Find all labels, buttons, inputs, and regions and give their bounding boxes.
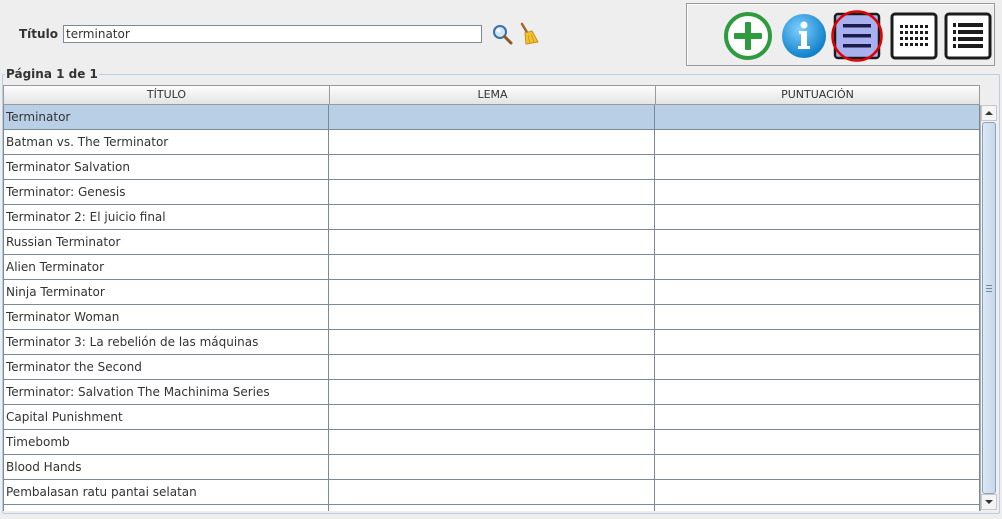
cell-puntuacion xyxy=(655,305,980,330)
cell-lema xyxy=(329,230,655,255)
table-body: Terminator Batman vs. The Terminator Termi… xyxy=(3,105,980,511)
column-header-lema[interactable]: LEMA xyxy=(329,86,655,104)
cell-puntuacion xyxy=(655,405,980,430)
cell-titulo: Timebomb xyxy=(3,430,329,455)
plus-circle-icon xyxy=(724,12,772,60)
table-row[interactable]: Alien Terminator xyxy=(3,255,980,280)
view-toolbar xyxy=(686,3,995,66)
table-row[interactable]: Terminator xyxy=(3,105,980,130)
cell-titulo: Terminator: Salvation The Machinima Seri… xyxy=(3,380,329,405)
table-row[interactable] xyxy=(3,505,980,511)
cell-puntuacion xyxy=(655,480,980,505)
add-button[interactable] xyxy=(723,11,773,61)
cell-puntuacion xyxy=(655,455,980,480)
cell-puntuacion xyxy=(655,505,980,511)
scroll-up-button[interactable] xyxy=(981,105,997,121)
cell-titulo: Terminator Salvation xyxy=(3,155,329,180)
table-row[interactable]: Russian Terminator xyxy=(3,230,980,255)
cell-lema xyxy=(329,330,655,355)
cell-lema xyxy=(329,430,655,455)
table-row[interactable]: Terminator Woman xyxy=(3,305,980,330)
cell-puntuacion xyxy=(655,330,980,355)
cell-lema xyxy=(329,105,655,130)
list-view-button[interactable] xyxy=(831,10,883,62)
arrow-down-icon xyxy=(985,500,993,504)
info-button[interactable] xyxy=(779,11,829,61)
search-icon[interactable] xyxy=(491,23,513,48)
cell-titulo: Terminator 2: El juicio final xyxy=(3,205,329,230)
scrollbar-thumb[interactable] xyxy=(982,122,996,494)
cell-puntuacion xyxy=(655,230,980,255)
cell-lema xyxy=(329,180,655,205)
cell-lema xyxy=(329,130,655,155)
cell-puntuacion xyxy=(655,130,980,155)
info-circle-icon xyxy=(782,14,826,58)
table-row[interactable]: Terminator Salvation xyxy=(3,155,980,180)
cell-lema xyxy=(329,455,655,480)
cell-puntuacion xyxy=(655,355,980,380)
table-row[interactable]: Ninja Terminator xyxy=(3,280,980,305)
column-header-puntuacion[interactable]: PUNTUACIÓN xyxy=(655,86,980,104)
cell-lema xyxy=(329,305,655,330)
grid-view-icon xyxy=(890,12,938,60)
cell-titulo: Terminator the Second xyxy=(3,355,329,380)
cell-puntuacion xyxy=(655,180,980,205)
table-row[interactable]: Terminator 3: La rebelión de las máquina… xyxy=(3,330,980,355)
cell-puntuacion xyxy=(655,255,980,280)
cell-titulo: Russian Terminator xyxy=(3,230,329,255)
cell-lema xyxy=(329,380,655,405)
table-row[interactable]: Terminator the Second xyxy=(3,355,980,380)
cell-lema xyxy=(329,355,655,380)
cell-lema xyxy=(329,480,655,505)
cell-titulo: Capital Punishment xyxy=(3,405,329,430)
cell-titulo: Terminator Woman xyxy=(3,305,329,330)
table-header: TÍTULO LEMA PUNTUACIÓN xyxy=(3,85,980,105)
cell-lema xyxy=(329,155,655,180)
detail-list-icon xyxy=(944,12,992,60)
results-table: TÍTULO LEMA PUNTUACIÓN Terminator Batman … xyxy=(3,85,998,511)
grid-view-button[interactable] xyxy=(889,11,939,61)
table-row[interactable]: Terminator 2: El juicio final xyxy=(3,205,980,230)
scroll-down-button[interactable] xyxy=(981,494,997,510)
page-indicator: Página 1 de 1 xyxy=(5,67,99,81)
cell-lema xyxy=(329,280,655,305)
table-row[interactable]: Capital Punishment xyxy=(3,405,980,430)
cell-lema xyxy=(329,255,655,280)
table-row[interactable]: Terminator: Salvation The Machinima Seri… xyxy=(3,380,980,405)
table-row[interactable]: Batman vs. The Terminator xyxy=(3,130,980,155)
list-view-icon xyxy=(831,10,883,62)
cell-titulo xyxy=(3,505,329,511)
cell-lema xyxy=(329,505,655,511)
table-row[interactable]: Terminator: Genesis xyxy=(3,180,980,205)
cell-puntuacion xyxy=(655,155,980,180)
title-label: Título xyxy=(19,27,58,41)
detail-view-button[interactable] xyxy=(943,11,993,61)
grip-icon xyxy=(986,285,992,292)
cell-titulo: Terminator xyxy=(3,105,329,130)
cell-puntuacion xyxy=(655,380,980,405)
vertical-scrollbar[interactable] xyxy=(980,105,997,511)
cell-titulo: Terminator: Genesis xyxy=(3,180,329,205)
title-search-input[interactable] xyxy=(63,25,482,43)
cell-puntuacion xyxy=(655,280,980,305)
cell-puntuacion xyxy=(655,430,980,455)
cell-lema xyxy=(329,205,655,230)
arrow-up-icon xyxy=(985,111,993,115)
table-row[interactable]: Blood Hands xyxy=(3,455,980,480)
cell-lema xyxy=(329,405,655,430)
cell-titulo: Terminator 3: La rebelión de las máquina… xyxy=(3,330,329,355)
table-row[interactable]: Timebomb xyxy=(3,430,980,455)
broom-icon[interactable] xyxy=(516,22,540,49)
cell-puntuacion xyxy=(655,205,980,230)
cell-puntuacion xyxy=(655,105,980,130)
cell-titulo: Blood Hands xyxy=(3,455,329,480)
cell-titulo: Ninja Terminator xyxy=(3,280,329,305)
cell-titulo: Batman vs. The Terminator xyxy=(3,130,329,155)
column-header-titulo[interactable]: TÍTULO xyxy=(3,86,329,104)
cell-titulo: Pembalasan ratu pantai selatan xyxy=(3,480,329,505)
table-row[interactable]: Pembalasan ratu pantai selatan xyxy=(3,480,980,505)
cell-titulo: Alien Terminator xyxy=(3,255,329,280)
